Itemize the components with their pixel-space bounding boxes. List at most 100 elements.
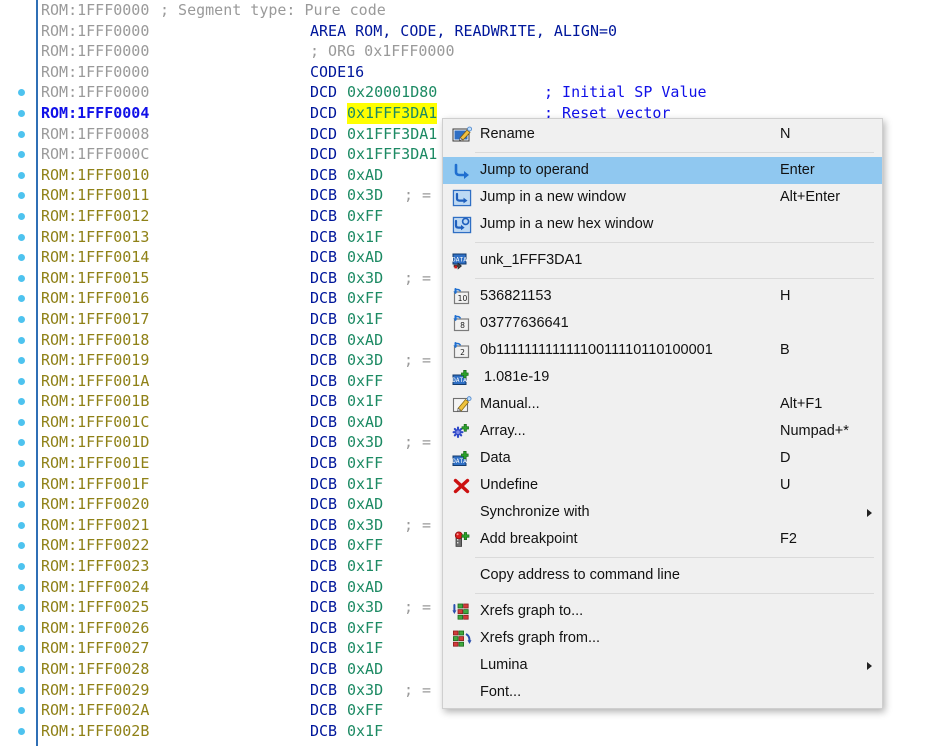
operand-value[interactable]: 0xFF <box>347 700 383 721</box>
operand-value[interactable]: 0xFF <box>347 618 383 639</box>
data-mnemonic[interactable]: DCB <box>310 227 337 248</box>
assembler-directive[interactable]: AREA ROM, CODE, READWRITE, ALIGN=0 <box>310 21 617 42</box>
data-mnemonic[interactable]: DCB <box>310 535 337 556</box>
data-mnemonic[interactable]: DCB <box>310 371 337 392</box>
data-mnemonic[interactable]: DCB <box>310 165 337 186</box>
line-address[interactable]: ROM:1FFF0011 <box>41 185 149 206</box>
breakpoint-dot-icon[interactable] <box>18 171 25 179</box>
breakpoint-dot-icon[interactable] <box>18 439 25 447</box>
line-address[interactable]: ROM:1FFF001C <box>41 412 149 433</box>
data-mnemonic[interactable]: DCB <box>310 432 337 453</box>
operand-value[interactable]: 0xAD <box>347 330 383 351</box>
menu-item-jump-in-a-new-hex-window[interactable]: Jump in a new hex window <box>443 211 882 238</box>
data-mnemonic[interactable]: DCD <box>310 124 337 145</box>
data-mnemonic[interactable]: DCB <box>310 700 337 721</box>
line-address[interactable]: ROM:1FFF0000 <box>41 0 149 21</box>
line-address[interactable]: ROM:1FFF0017 <box>41 309 149 330</box>
breakpoint-dot-icon[interactable] <box>18 398 25 406</box>
data-mnemonic[interactable]: DCB <box>310 350 337 371</box>
line-address[interactable]: ROM:1FFF0013 <box>41 227 149 248</box>
data-mnemonic[interactable]: DCB <box>310 309 337 330</box>
data-mnemonic[interactable]: DCB <box>310 391 337 412</box>
operand-value[interactable]: 0x3D <box>347 185 383 206</box>
operand-value[interactable]: 0x1F <box>347 556 383 577</box>
breakpoint-dot-icon[interactable] <box>18 233 25 241</box>
data-mnemonic[interactable]: DCB <box>310 638 337 659</box>
operand-value[interactable]: 0x1F <box>347 474 383 495</box>
operand-value[interactable]: 0xFF <box>347 206 383 227</box>
line-address[interactable]: ROM:1FFF0020 <box>41 494 149 515</box>
data-mnemonic[interactable]: DCB <box>310 659 337 680</box>
code-line[interactable]: ROM:1FFF0000 AREA ROM, CODE, READWRITE, A… <box>0 21 940 42</box>
line-address[interactable]: ROM:1FFF0000 <box>41 21 149 42</box>
breakpoint-dot-icon[interactable] <box>18 583 25 591</box>
breakpoint-dot-icon[interactable] <box>18 604 25 612</box>
data-mnemonic[interactable]: DCB <box>310 453 337 474</box>
menu-item-03777636641[interactable]: 8 03777636641 <box>443 310 882 337</box>
breakpoint-dot-icon[interactable] <box>18 295 25 303</box>
breakpoint-dot-icon[interactable] <box>18 501 25 509</box>
line-address[interactable]: ROM:1FFF0026 <box>41 618 149 639</box>
menu-item-jump-in-a-new-window[interactable]: Jump in a new window Alt+Enter <box>443 184 882 211</box>
breakpoint-dot-icon[interactable] <box>18 460 25 468</box>
breakpoint-dot-icon[interactable] <box>18 521 25 529</box>
line-address[interactable]: ROM:1FFF000C <box>41 144 149 165</box>
data-mnemonic[interactable]: DCB <box>310 185 337 206</box>
highlighted-operand[interactable]: 0x1FFF3DA1 <box>347 102 438 124</box>
breakpoint-dot-icon[interactable] <box>18 130 25 138</box>
operand-value[interactable]: 0x3D <box>347 268 383 289</box>
breakpoint-dot-icon[interactable] <box>18 686 25 694</box>
operand-value[interactable]: 0x3D <box>347 432 383 453</box>
line-address[interactable]: ROM:1FFF0000 <box>41 41 149 62</box>
data-mnemonic[interactable]: DCB <box>310 268 337 289</box>
line-address[interactable]: ROM:1FFF0000 <box>41 82 149 103</box>
operand-value[interactable]: 0x1F <box>347 309 383 330</box>
data-mnemonic[interactable]: DCB <box>310 515 337 536</box>
menu-item-unk-1fff3da1[interactable]: DATA unk_1FFF3DA1 <box>443 247 882 274</box>
operand-value[interactable]: 0x1F <box>347 391 383 412</box>
breakpoint-dot-icon[interactable] <box>18 645 25 653</box>
operand-value[interactable]: 0xAD <box>347 412 383 433</box>
line-address[interactable]: ROM:1FFF0015 <box>41 268 149 289</box>
data-mnemonic[interactable]: DCB <box>310 494 337 515</box>
breakpoint-dot-icon[interactable] <box>18 480 25 488</box>
line-address[interactable]: ROM:1FFF0025 <box>41 597 149 618</box>
breakpoint-dot-icon[interactable] <box>18 707 25 715</box>
data-mnemonic[interactable]: DCB <box>310 288 337 309</box>
data-mnemonic[interactable]: DCB <box>310 206 337 227</box>
line-address[interactable]: ROM:1FFF0027 <box>41 638 149 659</box>
breakpoint-dot-icon[interactable] <box>18 563 25 571</box>
menu-item-array[interactable]: Array... Numpad+* <box>443 418 882 445</box>
operand-value[interactable]: 0x1F <box>347 721 383 742</box>
data-mnemonic[interactable]: DCB <box>310 247 337 268</box>
menu-item-data[interactable]: DATA Data D <box>443 445 882 472</box>
line-address[interactable]: ROM:1FFF0014 <box>41 247 149 268</box>
menu-item-font[interactable]: Font... <box>443 679 882 706</box>
line-address[interactable]: ROM:1FFF0024 <box>41 577 149 598</box>
menu-item-jump-to-operand[interactable]: Jump to operand Enter <box>443 157 882 184</box>
line-address[interactable]: ROM:1FFF001B <box>41 391 149 412</box>
breakpoint-dot-icon[interactable] <box>18 212 25 220</box>
line-address[interactable]: ROM:1FFF0000 <box>41 62 149 83</box>
breakpoint-dot-icon[interactable] <box>18 274 25 282</box>
line-address[interactable]: ROM:1FFF0018 <box>41 330 149 351</box>
line-address[interactable]: ROM:1FFF0028 <box>41 659 149 680</box>
line-address[interactable]: ROM:1FFF0004 <box>41 103 149 124</box>
operand-value[interactable]: 0x3D <box>347 515 383 536</box>
operand-value[interactable]: 0x1FFF3DA1 <box>347 144 437 165</box>
data-mnemonic[interactable]: DCB <box>310 577 337 598</box>
line-address[interactable]: ROM:1FFF0029 <box>41 680 149 701</box>
line-address[interactable]: ROM:1FFF002A <box>41 700 149 721</box>
data-mnemonic[interactable]: DCD <box>310 144 337 165</box>
operand-value[interactable]: 0xFF <box>347 371 383 392</box>
breakpoint-dot-icon[interactable] <box>18 727 25 735</box>
breakpoint-dot-icon[interactable] <box>18 357 25 365</box>
menu-item-lumina[interactable]: Lumina <box>443 652 882 679</box>
data-mnemonic[interactable]: DCB <box>310 597 337 618</box>
menu-item-1-081e-19[interactable]: DATA 1.081e-19 <box>443 364 882 391</box>
menu-item-0b11111111111110011110110100001[interactable]: 2 0b11111111111110011110110100001 B <box>443 337 882 364</box>
code-line[interactable]: ROM:1FFF0000 ; Segment type: Pure code <box>0 0 940 21</box>
breakpoint-dot-icon[interactable] <box>18 666 25 673</box>
menu-item-copy-address-to-command-line[interactable]: Copy address to command line <box>443 562 882 589</box>
line-address[interactable]: ROM:1FFF0008 <box>41 124 149 145</box>
